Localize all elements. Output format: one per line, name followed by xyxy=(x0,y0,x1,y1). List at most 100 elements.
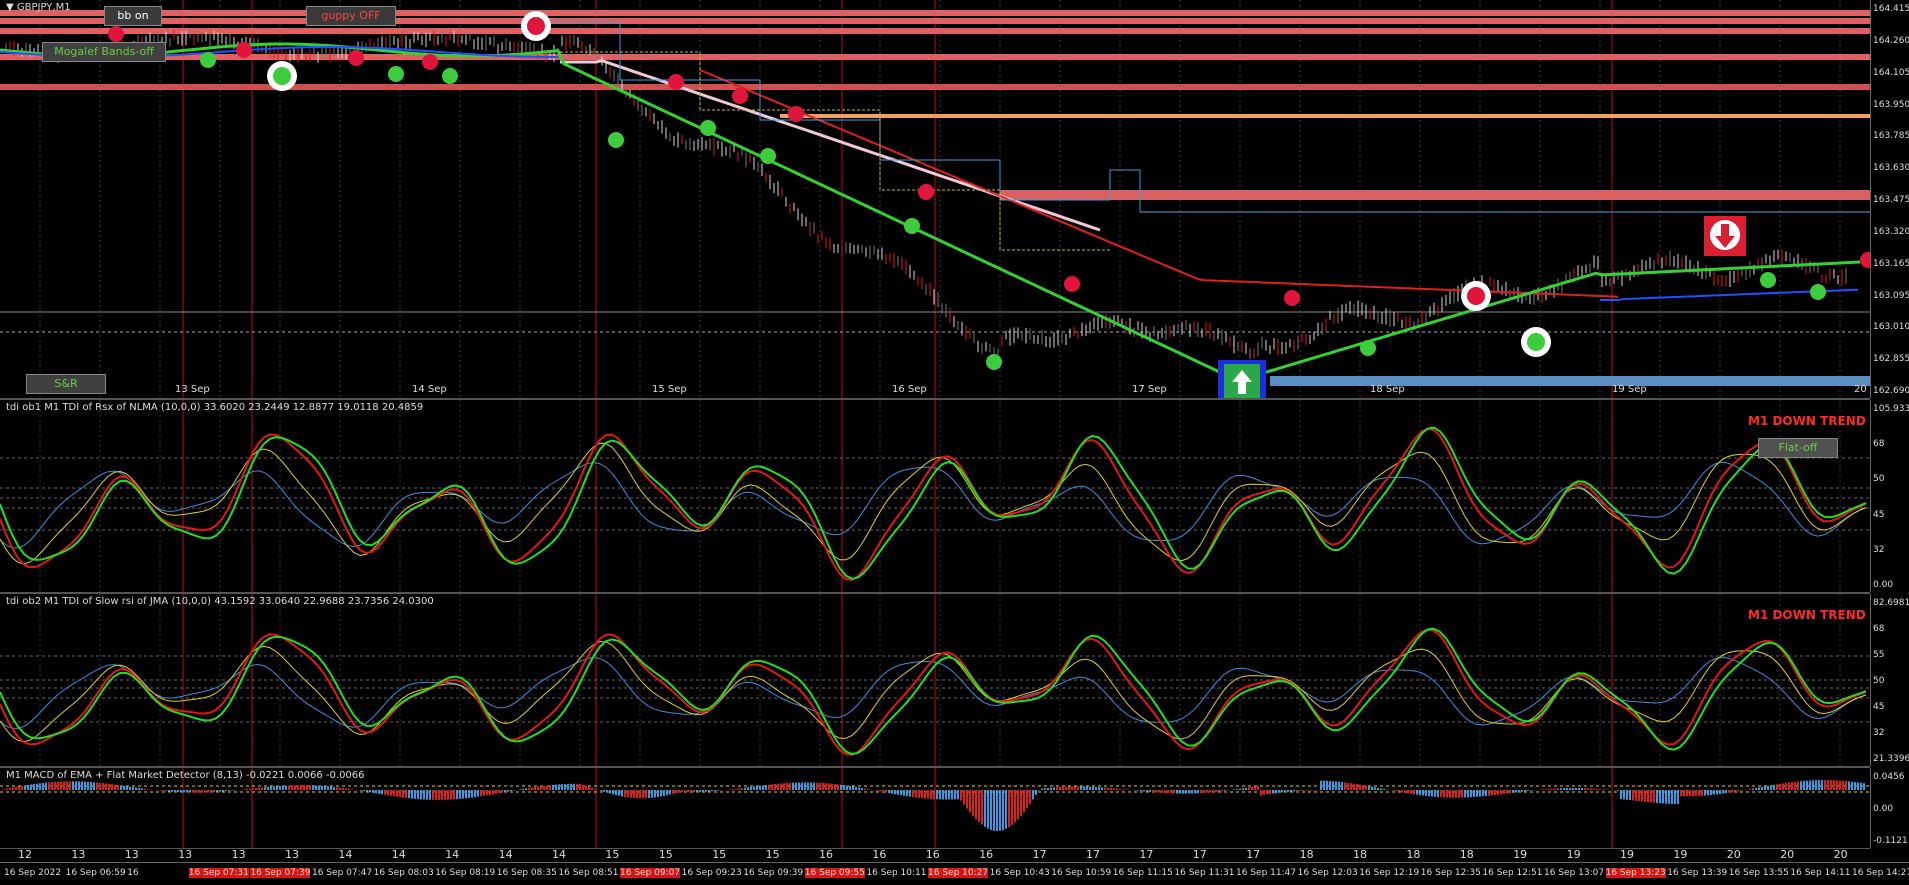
time-axis-label: 16 Sep 13:23 xyxy=(1605,868,1666,878)
guppy-toggle-button[interactable]: guppy OFF xyxy=(306,6,396,26)
axis-tick-label: 105.9337 xyxy=(1873,404,1909,414)
time-axis-label: 16 Sep 10:27 xyxy=(928,868,989,878)
axis-tick-label: 45 xyxy=(1873,509,1885,520)
sell-signal-dot xyxy=(348,50,364,66)
day-label: 13 Sep xyxy=(175,384,210,395)
period-number: 15 xyxy=(605,848,620,861)
time-axis-label: 16 Sep 11:15 xyxy=(1112,868,1173,878)
time-axis-label: 16 Sep 12:51 xyxy=(1482,868,1543,878)
period-number: 18 xyxy=(1459,848,1474,861)
buy-signal-dot xyxy=(1760,272,1776,288)
period-number: 19 xyxy=(1566,848,1581,861)
period-number: 14 xyxy=(445,848,460,861)
period-number: 16 xyxy=(872,848,887,861)
sell-signal-dot xyxy=(1467,287,1485,305)
resistance-bar xyxy=(780,114,1870,118)
period-number: 19 xyxy=(1620,848,1634,861)
time-axis-label: 16 Sep 07:47 xyxy=(312,868,373,878)
period-number-row: 12 13 13 13 13 13 14 14 14 14 14 15 15 15 15 16 16 16 16 17… xyxy=(0,848,1870,862)
time-axis-label: 16 Sep 08:51 xyxy=(558,868,619,878)
period-number: 17 xyxy=(1246,848,1261,861)
time-axis-label: 16 Sep 14:11 xyxy=(1790,868,1851,878)
sell-signal-dot xyxy=(108,26,124,42)
period-number: 20 xyxy=(1726,848,1741,861)
axis-tick-label: 163.165 xyxy=(1873,258,1909,269)
sr-button[interactable]: S&R xyxy=(26,374,106,394)
axis-tick-label: 68 xyxy=(1873,439,1885,450)
period-number: 14 xyxy=(498,848,513,861)
axis-tick-label: 50 xyxy=(1873,474,1885,485)
time-axis-label: 16 Sep 06:59 xyxy=(65,868,126,878)
period-number: 13 xyxy=(285,848,299,861)
period-number: 17 xyxy=(1032,848,1047,861)
day-label: 17 Sep xyxy=(1132,384,1167,395)
tdi1-canvas xyxy=(0,400,1870,592)
buy-signal-dot xyxy=(904,218,920,234)
day-label: 16 Sep xyxy=(892,384,927,395)
sell-signal-dot xyxy=(527,17,545,35)
time-axis-label: 16 Sep 2022 xyxy=(4,868,62,878)
ma-red-line xyxy=(699,69,1619,298)
period-number: 15 xyxy=(712,848,727,861)
time-axis-label: 16 Sep 08:35 xyxy=(496,868,557,878)
time-axis-label: 16 Sep 08:03 xyxy=(373,868,434,878)
period-number: 20 xyxy=(1780,848,1795,861)
tdi2-title: tdi ob2 M1 TDI of Slow rsi of JMA (10,0,… xyxy=(6,596,434,607)
period-number: 14 xyxy=(552,848,566,861)
tdi2-pane[interactable]: tdi ob2 M1 TDI of Slow rsi of JMA (10,0,… xyxy=(0,594,1870,768)
axis-tick-label: 32 xyxy=(1873,544,1885,555)
axis-tick-label: 164.105 xyxy=(1873,67,1909,78)
day-label: 14 Sep xyxy=(412,384,447,395)
period-number: 17 xyxy=(1139,848,1154,861)
axis-tick-label: 162.855 xyxy=(1873,354,1909,365)
tdi1-trend-label: M1 DOWN TREND xyxy=(1748,414,1866,428)
axis-tick-label: 163.630 xyxy=(1873,163,1909,174)
price-axis[interactable]: 164.415 164.260 164.105 163.950 163.785 163.6… xyxy=(1870,0,1909,398)
time-axis-label: 16 Sep 13:55 xyxy=(1728,868,1789,878)
sell-signal-dot xyxy=(788,106,804,122)
axis-tick-label: 164.415 xyxy=(1873,4,1909,14)
day-label: 15 Sep xyxy=(652,384,687,395)
sell-signal-dot xyxy=(668,74,684,90)
buy-signal-dot xyxy=(1360,340,1376,356)
bb-toggle-button[interactable]: bb on xyxy=(104,6,162,26)
time-axis-label: 16 Sep 08:19 xyxy=(435,868,496,878)
macd-pane[interactable]: M1 MACD of EMA + Flat Market Detector (8… xyxy=(0,768,1870,849)
time-axis-label: 16 Sep 14:27 xyxy=(1852,868,1909,878)
day-label: 20 xyxy=(1854,384,1867,395)
flat-toggle-button[interactable]: Flat-off xyxy=(1758,438,1838,458)
time-axis[interactable]: 16 Sep 2022 16 Sep 06:59 16 16 Sep 07:31 16 … xyxy=(0,862,1909,885)
period-number: 17 xyxy=(1192,848,1207,861)
period-number: 15 xyxy=(658,848,673,861)
menu-triangle-icon[interactable]: ▼ xyxy=(6,2,14,13)
axis-tick-label: 50 xyxy=(1873,676,1885,686)
time-axis-label: 16 Sep 12:19 xyxy=(1359,868,1420,878)
axis-tick-label: 163.785 xyxy=(1873,131,1909,142)
tdi1-pane[interactable]: tdi ob1 M1 TDI of Rsx of NLMA (10,0,0) 3… xyxy=(0,400,1870,594)
period-number: 13 xyxy=(124,848,139,861)
price-chart-pane[interactable]: ▼ GBPJPY,M1 bb on guppy OFF Mogalef Band… xyxy=(0,0,1870,400)
period-number: 19 xyxy=(1673,848,1688,861)
period-number: 16 xyxy=(925,848,940,861)
macd-axis: 0.0456 0.00 -0.1121 xyxy=(1870,768,1909,848)
axis-tick-label: 162.690 xyxy=(1873,386,1909,396)
mogalef-bands-button[interactable]: Mogalef Bands-off xyxy=(42,42,166,62)
tdi-red-line xyxy=(0,628,1867,756)
support-bar xyxy=(1270,376,1870,386)
axis-tick-label: 0.00 xyxy=(1873,580,1894,590)
time-axis-label: 16 Sep 09:23 xyxy=(681,868,742,878)
buy-signal-dot xyxy=(700,120,716,136)
axis-tick-label: 163.475 xyxy=(1873,195,1909,205)
period-number: 12 xyxy=(18,848,32,861)
period-number: 16 xyxy=(819,848,833,861)
period-number: 14 xyxy=(338,848,353,861)
time-axis-label: 16 Sep 10:59 xyxy=(1051,868,1112,878)
time-axis-label: 16 Sep 07:39 xyxy=(250,868,311,878)
tdi-yellow-line xyxy=(0,641,1867,743)
resistance-bar xyxy=(0,10,1870,16)
axis-tick-label: 32 xyxy=(1873,728,1885,738)
axis-tick-label: 164.260 xyxy=(1873,35,1909,46)
buy-signal-dot xyxy=(442,68,458,84)
time-axis-label: 16 Sep 12:35 xyxy=(1420,868,1481,878)
period-number: 19 xyxy=(1513,848,1528,861)
